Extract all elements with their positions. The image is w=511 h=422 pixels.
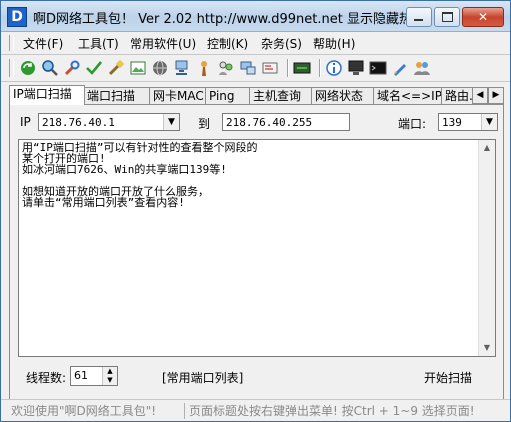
tab-port-scan[interactable]: 端口扫描 (83, 87, 151, 104)
port-value: 139 (442, 116, 462, 129)
status-divider (184, 403, 185, 419)
port-combobox[interactable]: 139 ▼ (438, 113, 498, 131)
menu-file[interactable]: 文件(F) (23, 35, 63, 52)
tab-network-status[interactable]: 网络状态 (311, 87, 375, 104)
menu-tools[interactable]: 工具(T) (78, 35, 119, 52)
toolbar (1, 55, 510, 82)
toolbar-separator (319, 59, 321, 77)
ip-from-value: 218.76.40.1 (42, 116, 115, 129)
status-bar: 欢迎使用"啊D网络工具包"! 页面标题处按右键弹出菜单! 按Ctrl + 1~9… (1, 399, 510, 421)
wrench-icon[interactable] (63, 59, 81, 77)
scroll-up-icon[interactable]: ▲ (479, 140, 495, 156)
threads-label: 线程数: (26, 371, 67, 385)
tab-panel-ip-port-scan: IP 218.76.40.1 ▼ 到 218.76.40.255 端口: 139… (9, 104, 504, 403)
ip-to-field[interactable]: 218.76.40.255 (222, 113, 350, 131)
cmd-icon[interactable] (369, 59, 387, 77)
menu-misc[interactable]: 杂务(S) (261, 35, 302, 52)
user-icon[interactable] (195, 59, 213, 77)
computer-icon[interactable] (239, 59, 257, 77)
pen-icon[interactable] (391, 59, 409, 77)
tab-strip: IP端口扫描 端口扫描 网卡MAC Ping 主机查询 网络状态 域名<=>IP… (9, 85, 504, 105)
tab-host-query[interactable]: 主机查询 (249, 87, 313, 104)
minimize-button[interactable] (406, 7, 432, 27)
menu-control[interactable]: 控制(K) (207, 35, 248, 52)
chevron-down-icon[interactable]: ▼ (163, 114, 179, 130)
status-welcome: 欢迎使用"啊D网络工具包"! (11, 404, 157, 418)
threads-spinbox[interactable]: 61 ▲ ▼ (70, 366, 118, 386)
tab-scroll-left-button[interactable]: ◀ (472, 87, 488, 104)
spin-down-icon[interactable]: ▼ (103, 376, 117, 385)
app-icon[interactable]: D (7, 7, 27, 27)
menu-bar: 文件(F) 工具(T) 常用软件(U) 控制(K) 杂务(S) 帮助(H) (1, 32, 510, 55)
tab-ping[interactable]: Ping (205, 87, 251, 104)
globe-icon[interactable] (151, 59, 169, 77)
window-controls: ✕ (404, 7, 504, 27)
maximize-button[interactable] (434, 7, 460, 27)
window-title: 啊D网络工具包！ Ver 2.02 http://www.d99net.net … (33, 12, 425, 27)
menu-common-software[interactable]: 常用软件(U) (130, 35, 196, 52)
minimize-icon (414, 19, 423, 21)
result-textarea[interactable]: 用“IP端口扫描”可以有针对性的查看整个网段的 某个打开的端口! 如冰河端口76… (18, 139, 496, 357)
title-bar[interactable]: D 啊D网络工具包！ Ver 2.02 http://www.d99net.ne… (1, 1, 510, 32)
tab-domain-ip[interactable]: 域名<=>IP (373, 87, 443, 104)
ip-label: IP (20, 115, 31, 129)
maximize-icon (442, 12, 453, 22)
image-icon[interactable] (129, 59, 147, 77)
scroll-down-icon[interactable]: ▼ (479, 340, 495, 356)
start-scan-button[interactable]: 开始扫描 (424, 369, 472, 386)
to-label: 到 (198, 117, 211, 131)
search-icon[interactable] (41, 59, 59, 77)
refresh-icon[interactable] (19, 59, 37, 77)
result-text: 用“IP端口扫描”可以有针对性的查看整个网段的 某个打开的端口! 如冰河端口76… (22, 141, 258, 209)
users-icon[interactable] (217, 59, 235, 77)
toolbar-separator (287, 59, 289, 77)
tab-nic-mac[interactable]: 网卡MAC (149, 87, 207, 104)
toolbar-grip[interactable] (9, 59, 14, 77)
main-window: D 啊D网络工具包！ Ver 2.02 http://www.d99net.ne… (0, 0, 511, 422)
spin-buttons[interactable]: ▲ ▼ (102, 367, 117, 385)
terminal-icon[interactable] (293, 59, 311, 77)
brush-icon[interactable] (107, 59, 125, 77)
close-button[interactable]: ✕ (462, 7, 504, 27)
close-icon: ✕ (477, 10, 489, 24)
people-icon[interactable] (413, 59, 431, 77)
tab-scroll-arrows: ◀ ▶ (472, 87, 504, 104)
tab-scroll-right-button[interactable]: ▶ (488, 87, 504, 104)
ip-to-value: 218.76.40.255 (226, 116, 313, 129)
ip-from-combobox[interactable]: 218.76.40.1 ▼ (38, 113, 180, 131)
network-icon[interactable] (173, 59, 191, 77)
chevron-down-icon[interactable]: ▼ (481, 114, 497, 130)
tab-ip-port-scan[interactable]: IP端口扫描 (9, 85, 85, 105)
monitor-icon[interactable] (347, 59, 365, 77)
spin-up-icon[interactable]: ▲ (103, 367, 117, 376)
menu-help[interactable]: 帮助(H) (313, 35, 355, 52)
port-label: 端口: (398, 117, 427, 131)
menu-grip[interactable] (9, 35, 14, 51)
vertical-scrollbar[interactable]: ▲ ▼ (478, 140, 495, 356)
common-port-list-link[interactable]: [常用端口列表] (162, 369, 243, 386)
info-icon[interactable] (325, 59, 343, 77)
threads-value: 61 (74, 369, 88, 382)
check-icon[interactable] (85, 59, 103, 77)
status-hint: 页面标题处按右键弹出菜单! 按Ctrl + 1~9 选择页面! (189, 404, 475, 418)
card-icon[interactable] (261, 59, 279, 77)
